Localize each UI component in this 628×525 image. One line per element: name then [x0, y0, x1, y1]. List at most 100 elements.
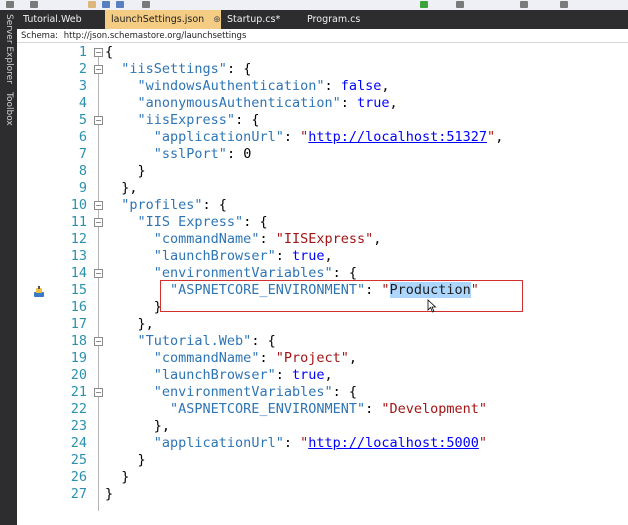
code-line: 21 − "environmentVariables": {	[17, 384, 628, 401]
code-line: 27 }	[17, 486, 628, 503]
schema-url[interactable]: http://json.schemastore.org/launchsettin…	[64, 31, 247, 41]
tab-program-cs[interactable]: Program.cs	[301, 10, 381, 29]
code-line: 24 "applicationUrl": "http://localhost:5…	[17, 435, 628, 452]
code-line: 12 "commandName": "IISExpress",	[17, 231, 628, 248]
pin-icon[interactable]: ⊕	[213, 11, 221, 30]
toolbar-run-icon[interactable]	[420, 1, 428, 8]
code-text: "commandName": "IISExpress",	[153, 231, 382, 247]
code-line: 11 − "IIS Express": {	[17, 214, 628, 231]
line-number: 13	[70, 248, 87, 264]
document-tabs: Tutorial.Web launchSettings.json ⊕ ✕ Sta…	[17, 10, 628, 29]
tab-launchsettings-json[interactable]: launchSettings.json ⊕ ✕	[105, 10, 236, 30]
code-line: 9 },	[17, 180, 628, 197]
code-text: "profiles": {	[121, 197, 227, 213]
code-text: },	[105, 418, 171, 434]
toolbox-tab[interactable]: Toolbox	[2, 92, 15, 126]
tab-tutorial-web[interactable]: Tutorial.Web	[17, 10, 105, 29]
line-number: 17	[70, 316, 87, 332]
code-line: 3 "windowsAuthentication": false,	[17, 78, 628, 95]
code-text: },	[105, 316, 154, 332]
tab-label: Startup.cs*	[227, 14, 281, 25]
toolbar-save-all-icon[interactable]	[116, 1, 124, 8]
code-line: 17 },	[17, 316, 628, 333]
line-number: 15	[70, 282, 87, 298]
toolbar-dropdown-icon[interactable]	[456, 1, 464, 8]
toolbar-back-icon[interactable]	[6, 1, 14, 8]
fold-toggle-icon[interactable]: −	[94, 218, 103, 227]
code-text: "sslPort": 0	[153, 146, 252, 162]
code-line: 18 − "Tutorial.Web": {	[17, 333, 628, 350]
code-text: "applicationUrl": "http://localhost:5132…	[153, 129, 504, 145]
line-number: 6	[78, 129, 87, 145]
line-number: 10	[70, 197, 87, 213]
fold-toggle-icon[interactable]: −	[94, 116, 103, 125]
code-line: 10 − "profiles": {	[17, 197, 628, 214]
line-number: 21	[70, 384, 87, 400]
line-number: 7	[78, 146, 87, 162]
code-text: "iisSettings": {	[121, 61, 252, 77]
line-number: 16	[70, 299, 87, 315]
url-link[interactable]: http://localhost:51327	[308, 129, 487, 145]
code-text: "launchBrowser": true,	[153, 248, 333, 264]
fold-toggle-icon[interactable]: −	[94, 388, 103, 397]
code-line: 5 − "iisExpress": {	[17, 112, 628, 129]
code-text: "commandName": "Project",	[153, 350, 358, 366]
code-line: 13 "launchBrowser": true,	[17, 248, 628, 265]
line-number: 1	[78, 44, 87, 60]
line-number: 26	[70, 469, 87, 485]
toolbar-misc-icon[interactable]	[560, 1, 568, 8]
code-line: 8 }	[17, 163, 628, 180]
tab-label: Tutorial.Web	[23, 14, 82, 25]
code-line: 7 "sslPort": 0	[17, 146, 628, 163]
code-text: "launchBrowser": true,	[153, 367, 333, 383]
line-number: 27	[70, 486, 87, 502]
side-tool-strip: Server Explorer Toolbox	[0, 10, 17, 525]
code-text: "environmentVariables": {	[153, 384, 357, 400]
code-line: 23 },	[17, 418, 628, 435]
code-line: 2 − "iisSettings": {	[17, 61, 628, 78]
server-explorer-tab[interactable]: Server Explorer	[2, 14, 15, 84]
code-text: {	[105, 44, 114, 60]
code-line: 22 "ASPNETCORE_ENVIRONMENT": "Developmen…	[17, 401, 628, 418]
fold-toggle-icon[interactable]: −	[94, 201, 103, 210]
code-line: 19 "commandName": "Project",	[17, 350, 628, 367]
annotation-highlight-box	[160, 280, 523, 312]
url-link[interactable]: http://localhost:5000	[308, 435, 479, 451]
line-number: 19	[70, 350, 87, 366]
schema-bar: Schema: http://json.schemastore.org/laun…	[17, 29, 628, 43]
code-line: 4 "anonymousAuthentication": true,	[17, 95, 628, 112]
tab-label: launchSettings.json	[111, 14, 205, 25]
toolbar-folder-icon[interactable]	[88, 1, 96, 8]
code-text: "iisExpress": {	[137, 112, 260, 128]
line-number: 4	[78, 95, 87, 111]
line-number: 22	[70, 401, 87, 417]
code-line: 6 "applicationUrl": "http://localhost:51…	[17, 129, 628, 146]
code-text: }	[105, 469, 130, 485]
fold-toggle-icon[interactable]: −	[94, 269, 103, 278]
line-number: 8	[78, 163, 87, 179]
fold-toggle-icon[interactable]: −	[94, 65, 103, 74]
fold-toggle-icon[interactable]: −	[94, 48, 103, 57]
toolbar-undo-icon[interactable]	[142, 1, 150, 8]
tab-startup-cs[interactable]: Startup.cs*	[221, 10, 301, 29]
code-text: "Tutorial.Web": {	[137, 333, 276, 349]
toolbar-forward-icon[interactable]	[30, 1, 38, 8]
line-number: 2	[78, 61, 87, 77]
code-text: "IIS Express": {	[137, 214, 268, 230]
line-number: 9	[78, 180, 87, 196]
code-editor[interactable]: 1 − { 2 − "iisSettings": { 3 "windowsAut…	[17, 44, 628, 525]
code-line: 26 }	[17, 469, 628, 486]
code-text: }	[105, 486, 114, 502]
line-number: 3	[78, 78, 87, 94]
code-text: "anonymousAuthentication": true,	[137, 95, 398, 111]
line-number: 25	[70, 452, 87, 468]
line-number: 23	[70, 418, 87, 434]
schema-label: Schema:	[21, 31, 59, 41]
mouse-cursor-icon	[427, 299, 437, 313]
line-number: 11	[70, 214, 87, 230]
toolbar-misc-icon[interactable]	[520, 1, 528, 8]
toolbar-save-icon[interactable]	[102, 1, 110, 8]
code-line: 25 }	[17, 452, 628, 469]
tab-label: Program.cs	[307, 14, 361, 25]
fold-toggle-icon[interactable]: −	[94, 337, 103, 346]
